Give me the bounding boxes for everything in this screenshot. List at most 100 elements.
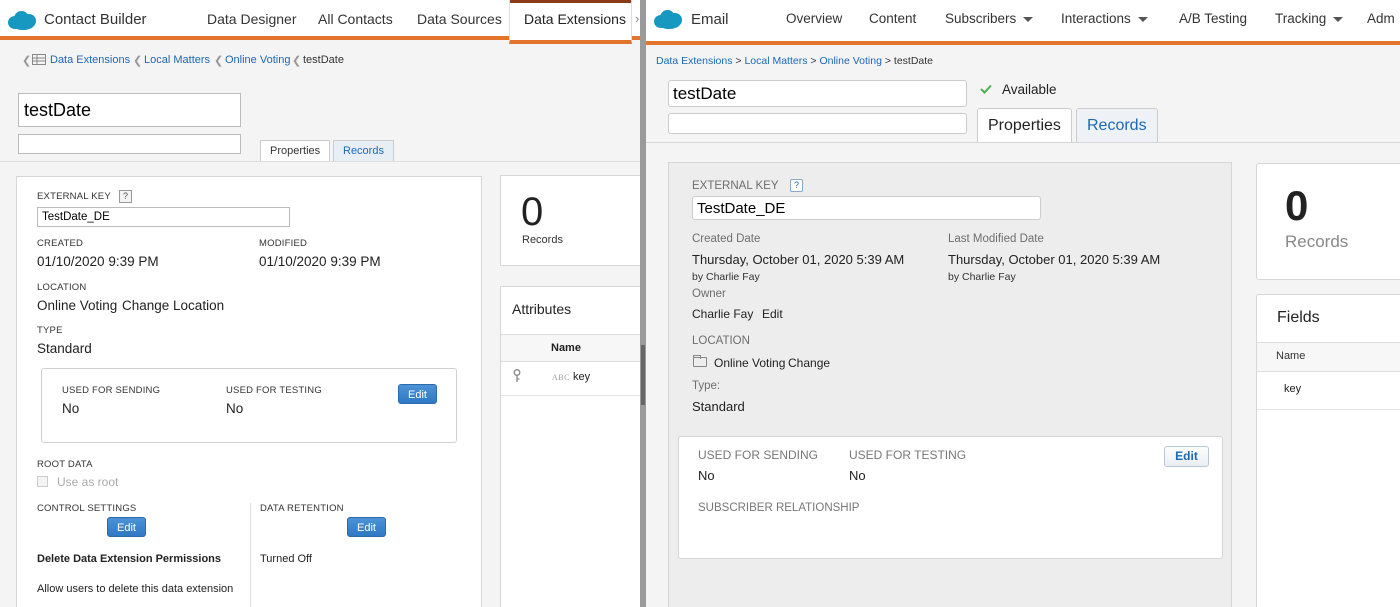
nav-data-extensions[interactable]: Data Extensions (524, 11, 626, 27)
last-modified-value: Thursday, October 01, 2020 5:39 AM (948, 252, 1161, 267)
location-label: LOCATION (692, 335, 750, 347)
fields-title: Fields (1277, 309, 1320, 326)
used-for-sending-value: No (62, 401, 80, 416)
breadcrumb-online-voting[interactable]: Online Voting (225, 54, 290, 66)
change-location-link[interactable]: Change (788, 356, 830, 370)
field-key-name[interactable]: key (1284, 383, 1301, 395)
root-data-label: ROOT DATA (37, 459, 93, 470)
nav-overflow-icon[interactable]: › (635, 11, 639, 26)
allow-delete-text: Allow users to delete this data extensio… (37, 583, 234, 595)
breadcrumb-local-matters[interactable]: Local Matters (744, 55, 807, 67)
external-key-input[interactable] (692, 196, 1041, 220)
external-key-label: EXTERNAL KEY (37, 191, 111, 202)
attributes-panel: Attributes Name ABC key (500, 286, 640, 607)
status-available: Available (1002, 82, 1057, 97)
type-label: Type: (692, 380, 721, 392)
used-for-sending-label: USED FOR SENDING (698, 448, 819, 462)
app-name: Contact Builder (44, 11, 147, 28)
used-for-sending-value: No (698, 468, 715, 483)
created-value: 01/10/2020 9:39 PM (37, 254, 159, 269)
external-key-input[interactable] (37, 207, 290, 227)
edit-data-retention-button[interactable]: Edit (347, 517, 386, 537)
data-retention-value: Turned Off (260, 553, 312, 565)
edit-sending-button[interactable]: Edit (1164, 446, 1209, 467)
modified-value: 01/10/2020 9:39 PM (259, 254, 381, 269)
top-nav-bar: Email Overview Content Subscribers Inter… (646, 0, 1400, 45)
contact-builder-pane: Contact Builder Data Designer All Contac… (0, 0, 640, 607)
nav-content[interactable]: Content (869, 11, 916, 26)
modified-by: by Charlie Fay (948, 271, 1016, 283)
help-icon[interactable]: ? (790, 179, 803, 192)
last-modified-label: Last Modified Date (948, 233, 1044, 245)
owner-value: Charlie Fay (692, 307, 754, 321)
use-as-root-checkbox[interactable] (37, 476, 48, 487)
nav-ab-testing[interactable]: A/B Testing (1179, 11, 1247, 26)
used-for-testing-label: USED FOR TESTING (849, 448, 967, 462)
splitter-grip-handle[interactable] (641, 345, 645, 405)
created-date-label: Created Date (692, 233, 761, 245)
nav-data-designer[interactable]: Data Designer (207, 11, 297, 27)
nav-admin[interactable]: Adm (1367, 11, 1395, 26)
nav-subscribers[interactable]: Subscribers (945, 11, 1034, 26)
breadcrumb-online-voting[interactable]: Online Voting (819, 55, 881, 67)
created-date-value: Thursday, October 01, 2020 5:39 AM (692, 252, 905, 267)
records-count-card: 0 Records (500, 175, 640, 266)
nav-data-sources[interactable]: Data Sources (417, 11, 502, 27)
location-value: Online Voting (37, 298, 118, 313)
breadcrumb-separator: > (735, 55, 742, 67)
created-label: CREATED (37, 238, 84, 249)
attributes-name-column[interactable]: Name (551, 342, 581, 354)
data-extension-name-input[interactable] (668, 80, 967, 107)
tab-properties[interactable]: Properties (260, 140, 331, 162)
breadcrumb-data-extensions[interactable]: Data Extensions (656, 55, 732, 67)
control-settings-label: CONTROL SETTINGS (37, 503, 137, 514)
chevron-down-icon (1137, 16, 1148, 22)
used-for-testing-label: USED FOR TESTING (226, 385, 322, 396)
tab-properties[interactable]: Properties (977, 108, 1072, 142)
edit-sending-button[interactable]: Edit (398, 384, 437, 404)
records-count: 0 (1285, 182, 1309, 229)
nav-tracking[interactable]: Tracking (1275, 11, 1344, 26)
text-type-icon: ABC (552, 373, 570, 382)
edit-control-settings-button[interactable]: Edit (107, 517, 146, 537)
owner-label: Owner (692, 288, 726, 300)
subscriber-relationship-label: SUBSCRIBER RELATIONSHIP (698, 502, 860, 514)
breadcrumb-separator-icon: ❮ (214, 55, 224, 67)
primary-key-icon (513, 369, 521, 382)
used-for-testing-value: No (849, 468, 866, 483)
data-extension-name-input[interactable] (18, 93, 241, 127)
nav-all-contacts[interactable]: All Contacts (318, 11, 393, 27)
salesforce-cloud-icon (8, 10, 38, 30)
breadcrumb-data-extensions[interactable]: Data Extensions (50, 54, 130, 66)
help-icon[interactable]: ? (119, 190, 132, 203)
type-label: TYPE (37, 325, 63, 336)
checkmark-icon (980, 84, 992, 94)
breadcrumb-back-icon[interactable]: ❮ (22, 54, 31, 67)
nav-interactions[interactable]: Interactions (1061, 11, 1148, 26)
type-value: Standard (37, 341, 92, 356)
salesforce-cloud-icon (654, 9, 684, 29)
location-value: Online Voting (714, 356, 786, 370)
fields-panel: Fields Name key (1256, 294, 1400, 607)
change-location-link[interactable]: Change Location (122, 298, 224, 313)
sending-settings-box (41, 368, 457, 443)
records-count-card: 0 Records (1256, 163, 1400, 280)
edit-owner-link[interactable]: Edit (762, 307, 783, 321)
breadcrumb-separator-icon: ❮ (133, 55, 143, 67)
modified-label: MODIFIED (259, 238, 308, 249)
nav-data-extensions-tab[interactable]: Data Extensions (509, 0, 632, 44)
data-extension-description-input[interactable] (18, 134, 241, 154)
table-icon (32, 54, 46, 65)
tab-records[interactable]: Records (1076, 108, 1158, 142)
location-label: LOCATION (37, 282, 87, 293)
tab-records[interactable]: Records (333, 140, 394, 162)
records-count: 0 (521, 190, 544, 234)
breadcrumb-local-matters[interactable]: Local Matters (144, 54, 210, 66)
breadcrumb-separator: > (810, 55, 817, 67)
fields-name-column[interactable]: Name (1276, 350, 1305, 362)
data-extension-description-input[interactable] (668, 113, 967, 134)
use-as-root-label: Use as root (57, 475, 119, 489)
nav-overview[interactable]: Overview (786, 11, 842, 26)
type-value: Standard (692, 399, 745, 414)
attribute-key-name[interactable]: key (573, 371, 590, 383)
